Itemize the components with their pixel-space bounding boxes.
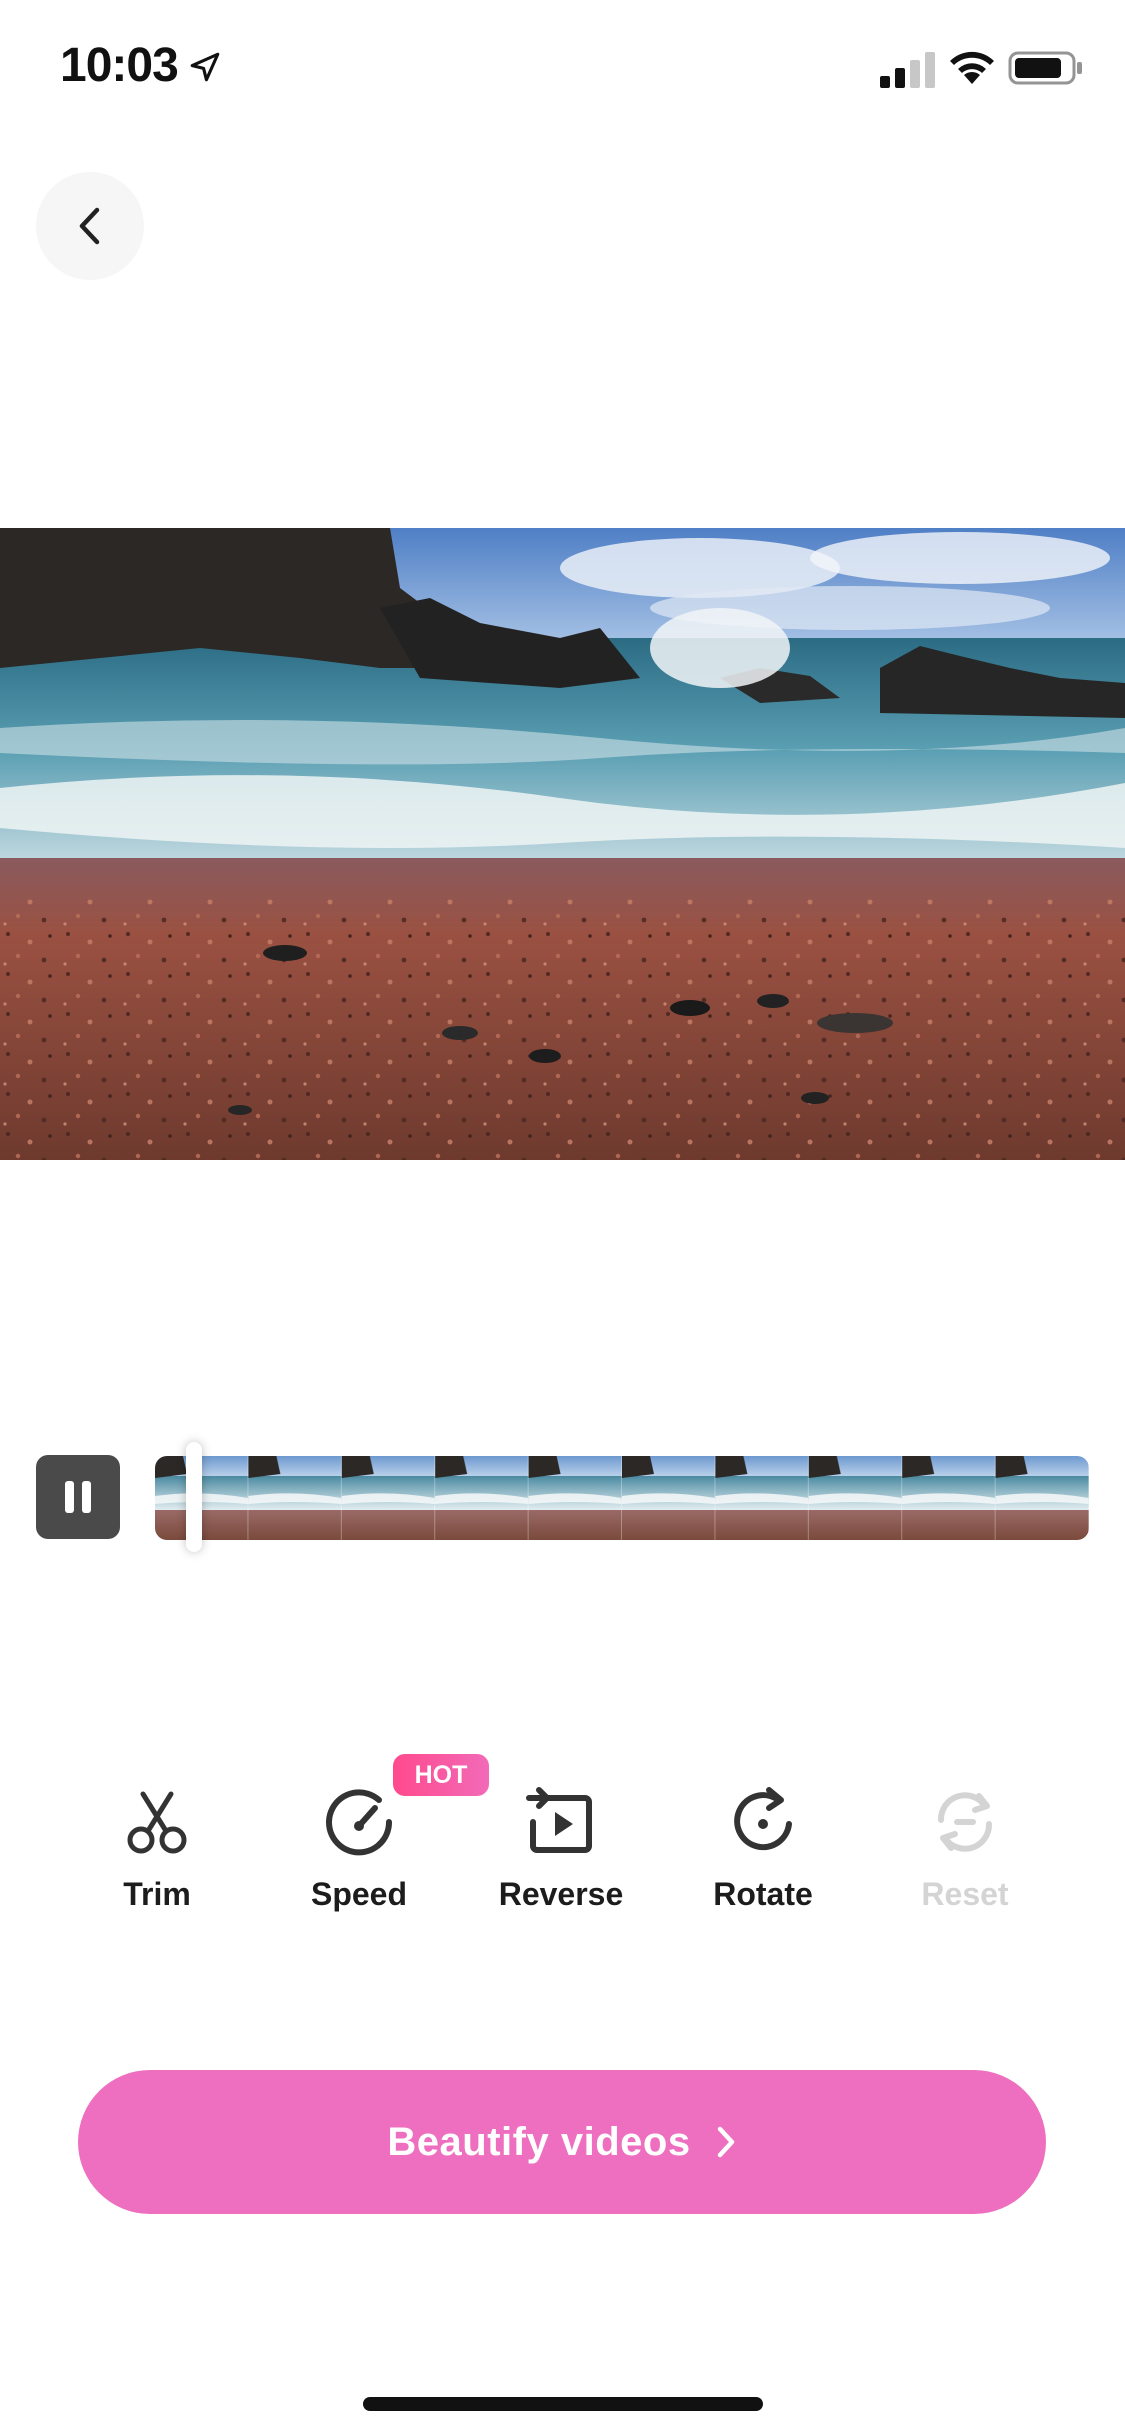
battery-icon [1008, 51, 1082, 85]
reset-icon [937, 1792, 993, 1852]
beautify-videos-button[interactable]: Beautify videos [78, 2070, 1046, 2214]
speedometer-icon [326, 1789, 393, 1856]
pause-icon [65, 1481, 91, 1513]
chevron-right-icon [717, 2126, 734, 2158]
video-preview[interactable] [0, 528, 1125, 1160]
video-frame [0, 528, 1125, 1160]
filmstrip-frames [155, 1456, 1089, 1540]
playhead-handle[interactable] [186, 1442, 202, 1552]
hot-badge: HOT [393, 1754, 489, 1796]
reverse-tool[interactable]: Reverse [476, 1784, 646, 1924]
reverse-icon [526, 1787, 592, 1853]
back-button[interactable] [36, 172, 144, 280]
reset-label: Reset [921, 1876, 1009, 1912]
wifi-icon [950, 51, 994, 84]
cellular-signal-icon [880, 52, 935, 88]
pause-button[interactable] [36, 1455, 120, 1539]
reverse-label: Reverse [498, 1876, 624, 1912]
rotate-tool[interactable]: Rotate [678, 1784, 848, 1924]
scissors-icon [127, 1791, 187, 1854]
trim-label: Trim [123, 1876, 191, 1912]
timeline [0, 1440, 1125, 1560]
location-arrow-icon [190, 52, 220, 82]
rotate-label: Rotate [713, 1876, 813, 1912]
beautify-videos-label: Beautify videos [387, 2119, 691, 2164]
chevron-left-icon [79, 207, 100, 245]
rotate-icon [734, 1787, 792, 1851]
status-bar: 10:03 [0, 0, 1125, 140]
status-time: 10:03 [60, 39, 179, 92]
trim-tool[interactable]: Trim [72, 1784, 242, 1924]
edit-toolbar: Trim Speed HOT Reverse Rotate Reset [0, 1750, 1125, 1930]
home-indicator[interactable] [363, 2397, 763, 2411]
video-filmstrip[interactable] [155, 1456, 1089, 1540]
reset-tool[interactable]: Reset [880, 1784, 1050, 1924]
speed-tool[interactable]: Speed [274, 1784, 444, 1924]
speed-label: Speed [310, 1876, 408, 1912]
